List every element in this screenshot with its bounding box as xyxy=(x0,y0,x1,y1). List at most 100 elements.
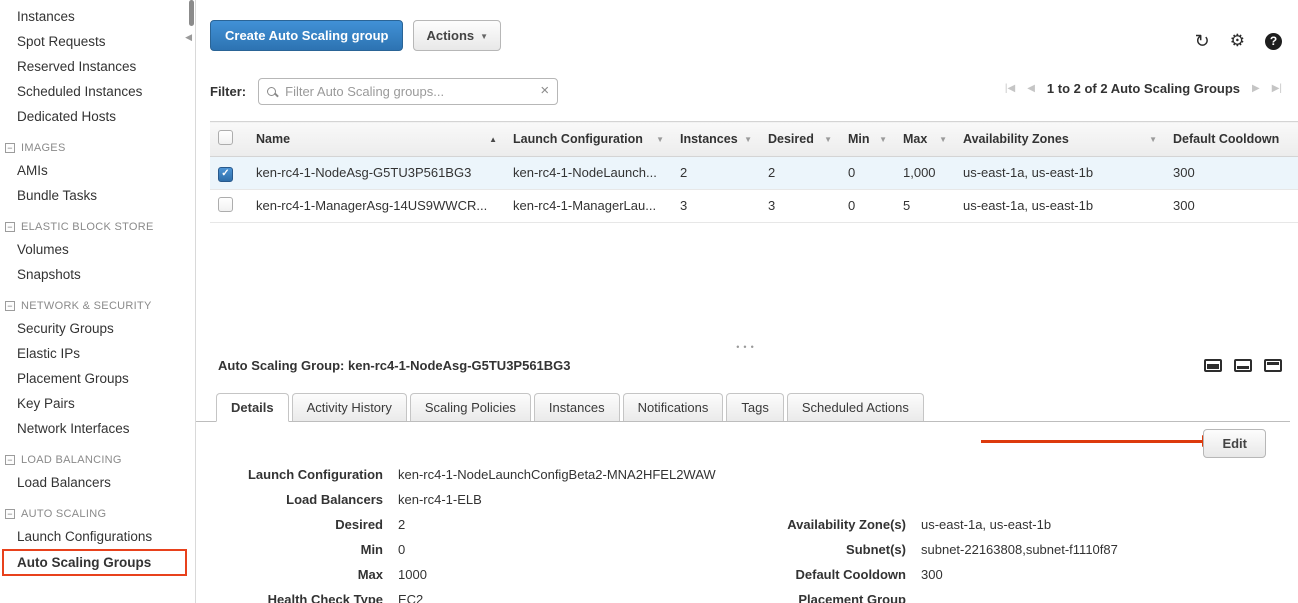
tab-tags[interactable]: Tags xyxy=(726,393,783,421)
sidebar-item-key-pairs[interactable]: Key Pairs xyxy=(0,391,195,416)
prev-page-button[interactable]: ◀ xyxy=(1027,83,1035,94)
tab-scaling-policies[interactable]: Scaling Policies xyxy=(410,393,531,421)
sidebar-collapse-button[interactable]: ◀ xyxy=(183,30,194,45)
layout-bottom-pane-icon[interactable] xyxy=(1204,359,1222,372)
filter-label: Filter: xyxy=(210,84,246,99)
section-collapse-icon[interactable]: − xyxy=(5,509,15,519)
sidebar-section-auto-scaling[interactable]: − AUTO SCALING xyxy=(0,508,195,520)
column-header-launch-configuration[interactable]: Launch Configuration▼ xyxy=(505,122,672,157)
section-collapse-icon[interactable]: − xyxy=(5,301,15,311)
chevron-down-icon: ▼ xyxy=(879,135,887,144)
tab-activity-history[interactable]: Activity History xyxy=(292,393,407,421)
edit-button[interactable]: Edit xyxy=(1203,429,1266,458)
filter-input[interactable] xyxy=(283,83,533,100)
cell-launch-configuration[interactable]: ken-rc4-1-ManagerLau... xyxy=(505,189,672,222)
cell-instances[interactable]: 2 xyxy=(672,157,760,190)
row-checkbox-cell[interactable]: ✓ xyxy=(210,157,248,190)
first-page-button[interactable]: |◀ xyxy=(1005,83,1015,94)
details-fields: Launch Configuration ken-rc4-1-NodeLaunc… xyxy=(208,466,1298,603)
chevron-down-icon: ▼ xyxy=(1149,135,1157,144)
sidebar-section-elastic-block-store[interactable]: − ELASTIC BLOCK STORE xyxy=(0,221,195,233)
pagination-info: 1 to 2 of 2 Auto Scaling Groups xyxy=(1047,81,1240,96)
cell-min[interactable]: 0 xyxy=(840,157,895,190)
cell-desired[interactable]: 2 xyxy=(760,157,840,190)
cell-desired[interactable]: 3 xyxy=(760,189,840,222)
sidebar-item-load-balancers[interactable]: Load Balancers xyxy=(0,470,195,495)
column-header-instances[interactable]: Instances▼ xyxy=(672,122,760,157)
cell-launch-configuration[interactable]: ken-rc4-1-NodeLaunch... xyxy=(505,157,672,190)
tab-instances[interactable]: Instances xyxy=(534,393,620,421)
column-header-name[interactable]: Name▲ xyxy=(248,122,505,157)
field-placement-group: Placement Group xyxy=(708,591,1118,603)
sidebar-section-images[interactable]: − IMAGES xyxy=(0,142,195,154)
clear-filter-icon[interactable]: × xyxy=(540,84,549,98)
section-collapse-icon[interactable]: − xyxy=(5,143,15,153)
section-collapse-icon[interactable]: − xyxy=(5,455,15,465)
sidebar-section-load-balancing[interactable]: − LOAD BALANCING xyxy=(0,454,195,466)
table-row[interactable]: ken-rc4-1-ManagerAsg-14US9WWCR... ken-rc… xyxy=(210,189,1298,222)
field-label: Default Cooldown xyxy=(708,566,921,583)
field-value: EC2 xyxy=(398,591,423,603)
tab-scheduled-actions[interactable]: Scheduled Actions xyxy=(787,393,924,421)
column-header-desired[interactable]: Desired▼ xyxy=(760,122,840,157)
actions-button[interactable]: Actions▼ xyxy=(413,20,501,51)
sidebar-scrollbar-thumb[interactable] xyxy=(189,0,194,26)
column-header-max[interactable]: Max▼ xyxy=(895,122,955,157)
cell-default-cooldown[interactable]: 300 xyxy=(1165,157,1298,190)
help-icon[interactable]: ? xyxy=(1265,33,1282,50)
field-value: 2 xyxy=(398,516,405,533)
sidebar-item-auto-scaling-groups[interactable]: Auto Scaling Groups xyxy=(2,549,187,576)
field-label: Availability Zone(s) xyxy=(708,516,921,533)
cell-instances[interactable]: 3 xyxy=(672,189,760,222)
gear-icon[interactable]: ⚙ xyxy=(1230,32,1245,50)
column-header-availability-zones[interactable]: Availability Zones▼ xyxy=(955,122,1165,157)
main-content: Create Auto Scaling group Actions▼ ↻ ⚙ ?… xyxy=(196,0,1298,603)
table-row[interactable]: ✓ ken-rc4-1-NodeAsg-G5TU3P561BG3 ken-rc4… xyxy=(210,157,1298,190)
sidebar-item-scheduled-instances[interactable]: Scheduled Instances xyxy=(0,79,195,104)
cell-min[interactable]: 0 xyxy=(840,189,895,222)
sidebar-item-spot-requests[interactable]: Spot Requests xyxy=(0,29,195,54)
row-checkbox[interactable] xyxy=(218,197,233,212)
create-auto-scaling-group-button[interactable]: Create Auto Scaling group xyxy=(210,20,403,51)
field-label: Health Check Type xyxy=(208,591,398,603)
next-page-button[interactable]: ▶ xyxy=(1252,83,1260,94)
tab-details[interactable]: Details xyxy=(216,393,289,422)
cell-default-cooldown[interactable]: 300 xyxy=(1165,189,1298,222)
cell-availability-zones[interactable]: us-east-1a, us-east-1b xyxy=(955,189,1165,222)
sidebar-item-snapshots[interactable]: Snapshots xyxy=(0,262,195,287)
select-all-checkbox[interactable] xyxy=(218,130,233,145)
layout-split-pane-icon[interactable] xyxy=(1234,359,1252,372)
select-all-header[interactable] xyxy=(210,122,248,157)
sidebar-item-dedicated-hosts[interactable]: Dedicated Hosts xyxy=(0,104,195,129)
sidebar-item-amis[interactable]: AMIs xyxy=(0,158,195,183)
row-checkbox-cell[interactable] xyxy=(210,189,248,222)
refresh-icon[interactable]: ↻ xyxy=(1195,32,1210,50)
sidebar-section-network-security[interactable]: − NETWORK & SECURITY xyxy=(0,300,195,312)
sidebar-item-launch-configurations[interactable]: Launch Configurations xyxy=(0,524,195,549)
sidebar-item-security-groups[interactable]: Security Groups xyxy=(0,316,195,341)
sidebar-item-bundle-tasks[interactable]: Bundle Tasks xyxy=(0,183,195,208)
row-checkbox-checked[interactable]: ✓ xyxy=(218,167,233,182)
cell-max[interactable]: 1,000 xyxy=(895,157,955,190)
panel-resize-handle[interactable]: ••• xyxy=(196,340,1298,354)
sidebar-item-placement-groups[interactable]: Placement Groups xyxy=(0,366,195,391)
sidebar-section-label: NETWORK & SECURITY xyxy=(21,300,152,312)
layout-full-pane-icon[interactable] xyxy=(1264,359,1282,372)
filter-search-box[interactable]: × xyxy=(258,78,558,105)
cell-name[interactable]: ken-rc4-1-NodeAsg-G5TU3P561BG3 xyxy=(248,157,505,190)
sidebar-item-network-interfaces[interactable]: Network Interfaces xyxy=(0,416,195,441)
sidebar-item-instances[interactable]: Instances xyxy=(0,4,195,29)
column-label: Launch Configuration xyxy=(513,132,643,146)
column-header-min[interactable]: Min▼ xyxy=(840,122,895,157)
column-header-default-cooldown[interactable]: Default Cooldown xyxy=(1165,122,1298,157)
section-collapse-icon[interactable]: − xyxy=(5,222,15,232)
sidebar-item-elastic-ips[interactable]: Elastic IPs xyxy=(0,341,195,366)
sidebar-item-volumes[interactable]: Volumes xyxy=(0,237,195,262)
last-page-button[interactable]: ▶| xyxy=(1272,83,1282,94)
field-label: Launch Configuration xyxy=(208,466,398,483)
cell-name[interactable]: ken-rc4-1-ManagerAsg-14US9WWCR... xyxy=(248,189,505,222)
sidebar-item-reserved-instances[interactable]: Reserved Instances xyxy=(0,54,195,79)
tab-notifications[interactable]: Notifications xyxy=(623,393,724,421)
cell-availability-zones[interactable]: us-east-1a, us-east-1b xyxy=(955,157,1165,190)
cell-max[interactable]: 5 xyxy=(895,189,955,222)
